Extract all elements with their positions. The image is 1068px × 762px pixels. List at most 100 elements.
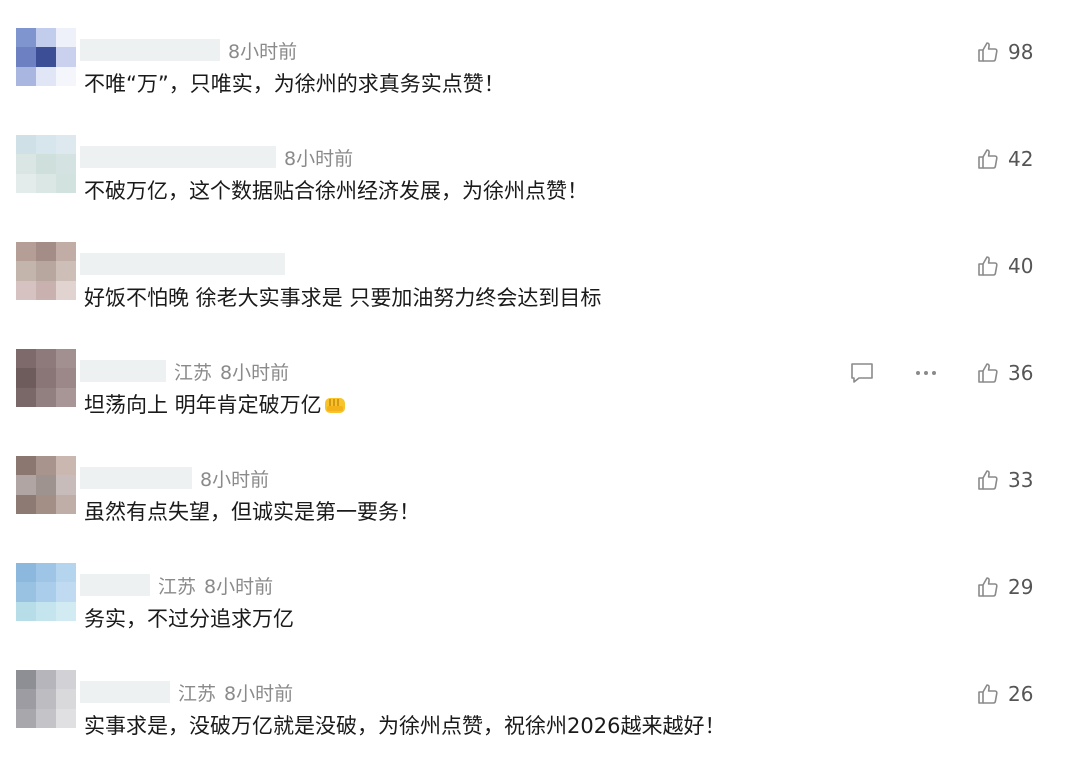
username-redacted[interactable] xyxy=(80,360,166,382)
comment-item: 好饭不怕晚 徐老大实事求是 只要加油努力终会达到目标 40 xyxy=(0,214,1068,321)
username-redacted[interactable] xyxy=(80,39,220,61)
avatar-pixel xyxy=(16,456,36,476)
username-redacted[interactable] xyxy=(80,467,192,489)
avatar-pixel xyxy=(16,135,36,155)
avatar-image xyxy=(16,242,76,300)
avatar[interactable] xyxy=(16,242,76,300)
comment-actions: 26 xyxy=(976,679,1068,709)
avatar[interactable] xyxy=(16,670,76,728)
comment-actions: 40 xyxy=(976,251,1068,281)
avatar-pixel xyxy=(56,280,76,300)
avatar-pixel xyxy=(36,173,56,193)
avatar-pixel xyxy=(16,387,36,407)
avatar-pixel xyxy=(36,47,56,67)
location-label: 江苏 xyxy=(158,575,197,598)
avatar-pixel xyxy=(16,563,36,583)
username-redacted[interactable] xyxy=(80,574,150,596)
avatar-pixel xyxy=(56,173,76,193)
avatar-pixel xyxy=(56,456,76,476)
avatar-pixel xyxy=(36,689,56,709)
avatar-pixel xyxy=(36,387,56,407)
username-redacted[interactable] xyxy=(80,681,170,703)
comment-text-content: 实事求是，没破万亿就是没破，为徐州点赞，祝徐州2026越来越好！ xyxy=(84,714,726,738)
avatar-pixel xyxy=(16,582,36,602)
comment-item: 8小时前不破万亿，这个数据贴合徐州经济发展，为徐州点赞！ 42 xyxy=(0,107,1068,214)
comment-actions: 29 xyxy=(976,572,1068,602)
avatar-image xyxy=(16,563,76,621)
avatar-pixel xyxy=(36,261,56,281)
comment-text: 坦荡向上 明年肯定破万亿 xyxy=(84,389,346,419)
like-count: 98 xyxy=(1008,40,1034,64)
comment-meta: 江苏 8小时前 xyxy=(80,572,273,598)
like-icon[interactable] xyxy=(976,361,1000,385)
avatar-pixel xyxy=(36,475,56,495)
reply-icon[interactable] xyxy=(848,359,876,387)
comment-item: 江苏 8小时前 实事求是，没破万亿就是没破，为徐州点赞，祝徐州2026越来越好！ 26 xyxy=(0,642,1068,749)
username-redacted[interactable] xyxy=(80,253,285,275)
avatar-pixel xyxy=(36,349,56,369)
avatar-pixel xyxy=(36,154,56,174)
avatar-pixel xyxy=(36,280,56,300)
like-icon[interactable] xyxy=(976,40,1000,64)
avatar-pixel xyxy=(56,670,76,690)
avatar-pixel xyxy=(36,456,56,476)
comment-actions: 42 xyxy=(976,144,1068,174)
like-count: 40 xyxy=(1008,254,1034,278)
comment-text-content: 不唯“万”，只唯实，为徐州的求真务实点赞！ xyxy=(84,72,505,96)
avatar[interactable] xyxy=(16,456,76,514)
avatar-pixel xyxy=(16,368,36,388)
comment-text: 虽然有点失望，但诚实是第一要务！ xyxy=(84,496,420,526)
username-redacted[interactable] xyxy=(80,146,276,168)
comment-text: 务实，不过分追求万亿 xyxy=(84,603,294,633)
avatar-pixel xyxy=(16,173,36,193)
avatar[interactable] xyxy=(16,135,76,193)
avatar-pixel xyxy=(16,154,36,174)
like-icon[interactable] xyxy=(976,575,1000,599)
comment-text-content: 坦荡向上 明年肯定破万亿 xyxy=(84,393,322,417)
comment-text-content: 不破万亿，这个数据贴合徐州经济发展，为徐州点赞！ xyxy=(84,179,588,203)
avatar[interactable] xyxy=(16,563,76,621)
comment-actions: 98 xyxy=(976,37,1068,67)
avatar-pixel xyxy=(16,349,36,369)
like-count: 33 xyxy=(1008,468,1034,492)
like-count: 29 xyxy=(1008,575,1034,599)
avatar-pixel xyxy=(56,475,76,495)
avatar-image xyxy=(16,456,76,514)
like-icon[interactable] xyxy=(976,254,1000,278)
avatar-pixel xyxy=(56,47,76,67)
like-icon[interactable] xyxy=(976,682,1000,706)
comment-actions: 33 xyxy=(976,465,1068,495)
like-icon[interactable] xyxy=(976,468,1000,492)
like-icon[interactable] xyxy=(976,147,1000,171)
timestamp: 8小时前 xyxy=(220,361,290,384)
timestamp: 8小时前 xyxy=(228,40,298,63)
like-count: 26 xyxy=(1008,682,1034,706)
avatar-pixel xyxy=(36,601,56,621)
avatar-pixel xyxy=(16,689,36,709)
avatar-image xyxy=(16,349,76,407)
avatar-pixel xyxy=(16,708,36,728)
comment-text: 不破万亿，这个数据贴合徐州经济发展，为徐州点赞！ xyxy=(84,175,588,205)
avatar-pixel xyxy=(56,494,76,514)
avatar[interactable] xyxy=(16,349,76,407)
avatar-pixel xyxy=(56,601,76,621)
avatar[interactable] xyxy=(16,28,76,86)
avatar-pixel xyxy=(56,708,76,728)
more-options-icon[interactable] xyxy=(912,359,940,387)
timestamp: 8小时前 xyxy=(200,468,270,491)
comment-meta: 8小时前 xyxy=(80,144,353,170)
avatar-pixel xyxy=(36,66,56,86)
comment-meta: 8小时前 xyxy=(80,37,297,63)
comment-meta xyxy=(80,251,285,277)
avatar-pixel xyxy=(56,368,76,388)
comment-item: 8小时前虽然有点失望，但诚实是第一要务！ 33 xyxy=(0,428,1068,535)
avatar-pixel xyxy=(56,66,76,86)
comment-meta: 8小时前 xyxy=(80,465,269,491)
avatar-image xyxy=(16,28,76,86)
avatar-pixel xyxy=(36,135,56,155)
avatar-pixel xyxy=(36,28,56,48)
avatar-pixel xyxy=(16,280,36,300)
comment-text: 不唯“万”，只唯实，为徐州的求真务实点赞！ xyxy=(84,68,505,98)
avatar-pixel xyxy=(56,28,76,48)
avatar-pixel xyxy=(16,28,36,48)
